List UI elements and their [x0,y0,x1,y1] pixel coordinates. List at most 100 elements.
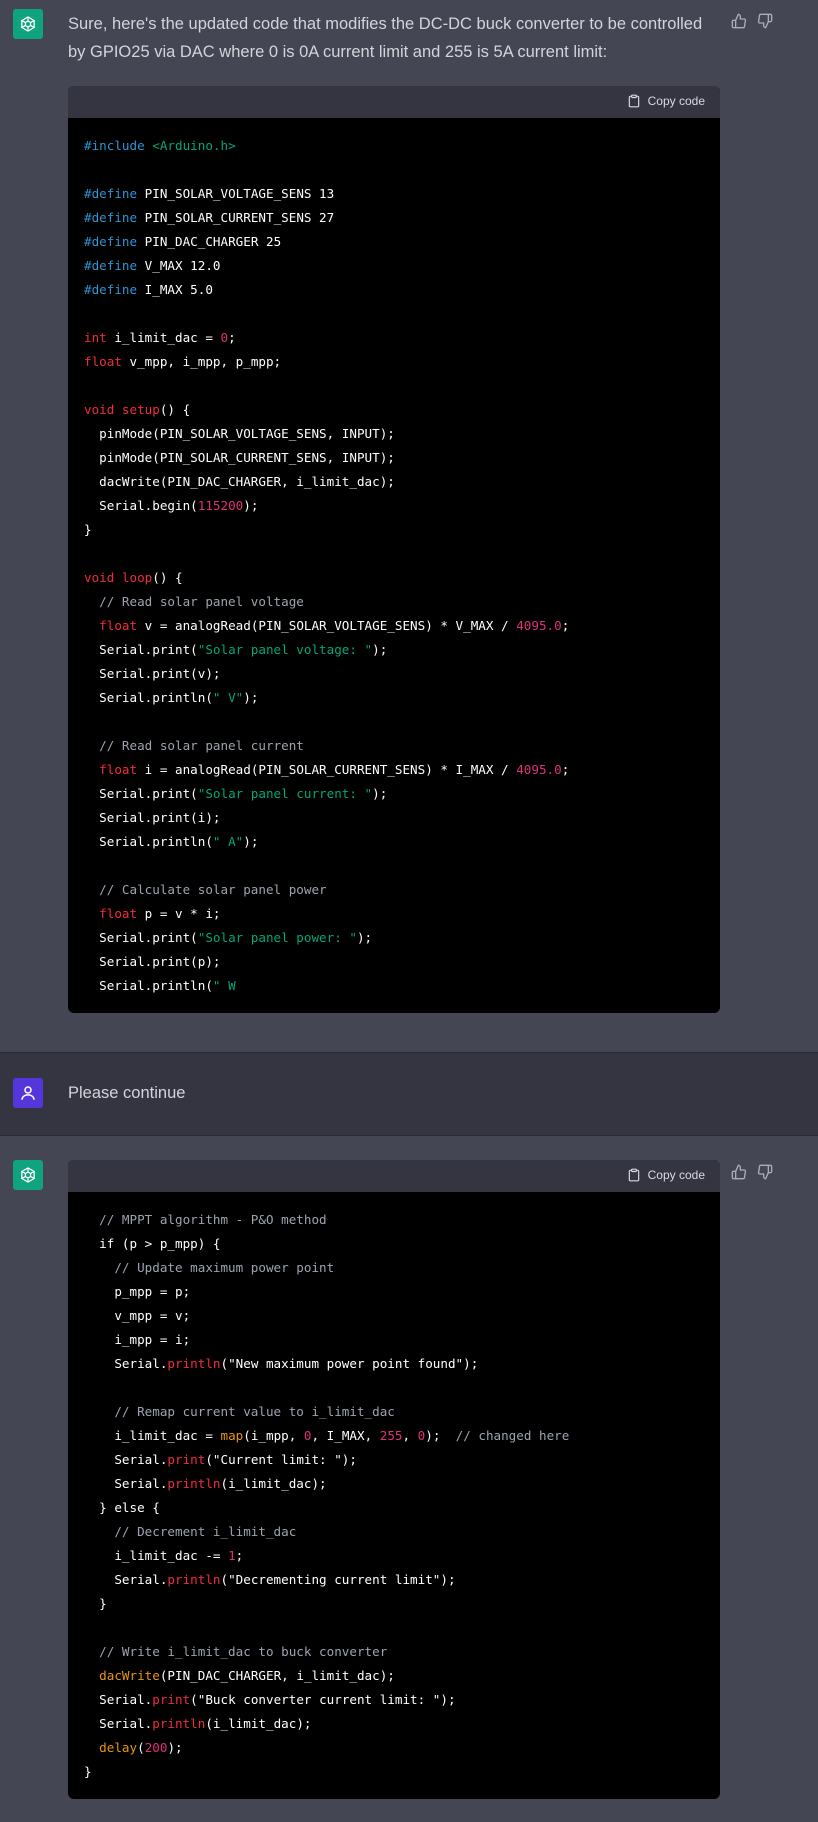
code-token: // Update maximum power point [84,1260,335,1275]
code-line: v_mpp = v; [84,1304,704,1328]
code-token: (i_mpp, [243,1428,304,1443]
code-token: #define [84,210,145,225]
assistant-avatar [13,1160,43,1190]
code-token: 0 [220,330,229,345]
code-line: // Decrement i_limit_dac [84,1520,704,1544]
code-token: // Read solar panel current [84,738,304,753]
code-token: Serial.print( [84,786,198,801]
code-token: // changed here [455,1428,570,1443]
code-token: ); [372,786,388,801]
code-token: #define [84,282,145,297]
code-token: // Remap current value to i_limit_dac [84,1404,395,1419]
code-line: Serial.print(i); [84,806,704,830]
code-token: ); [243,834,259,849]
code-line: // Calculate solar panel power [84,878,704,902]
code-token: Serial.print(v); [84,666,221,681]
copy-code-button[interactable]: Copy code [627,94,705,108]
code-token: Serial.print( [84,930,198,945]
code-token: 0 [303,1428,312,1443]
code-line: Serial.print(v); [84,662,704,686]
code-token: dacWrite(PIN_DAC_CHARGER, i_limit_dac); [84,474,395,489]
code-token: Serial.print(i); [84,810,221,825]
code-token: Serial.println( [84,834,213,849]
code-line: // Read solar panel voltage [84,590,704,614]
code-line: #define PIN_DAC_CHARGER 25 [84,230,704,254]
code-token: ; [561,762,570,777]
code-token: } [84,522,92,537]
code-token: 255 [379,1428,403,1443]
code-token: (i_limit_dac); [205,1716,312,1731]
code-token: " A" [212,834,244,849]
code-token: Serial. [84,1476,168,1491]
code-token: ); [167,1740,183,1755]
code-line: void setup() { [84,398,704,422]
code-token: include [91,138,153,153]
code-token: if (p > p_mpp) { [84,1236,221,1251]
code-line: } [84,518,704,542]
code-line: #include <Arduino.h> [84,134,704,158]
code-line: void loop() { [84,566,704,590]
assistant-intro-text: Sure, here's the updated code that modif… [68,15,703,61]
code-token: pinMode(PIN_SOLAR_VOLTAGE_SENS, INPUT); [84,426,395,441]
code-token: PIN_SOLAR_CURRENT_SENS 27 [144,210,335,225]
code-token: i_limit_dac -= [84,1548,229,1563]
code-token: # [84,138,92,153]
thumbs-down-icon[interactable] [757,1164,773,1180]
assistant-message-2: Copy code // MPPT algorithm - P&O method… [0,1136,818,1822]
code-line: Serial.print("Solar panel power: "); [84,926,704,950]
code-line: Serial.print(p); [84,950,704,974]
code-token: <Arduino.h> [152,138,236,153]
code-token: delay [99,1740,138,1755]
code-token: () { [159,402,191,417]
clipboard-icon [628,1168,639,1182]
code-token: Serial.println( [84,978,213,993]
code-line: // Remap current value to i_limit_dac [84,1400,704,1424]
user-message: Please continue [0,1052,818,1136]
code-token: Serial.println( [84,690,213,705]
code-line: #define I_MAX 5.0 [84,278,704,302]
code-line: Serial.print("Current limit: "); [84,1448,704,1472]
code-token: float [99,618,145,633]
openai-logo-icon [21,16,35,32]
code-line: Serial.begin(115200); [84,494,704,518]
code-token: ); [372,642,388,657]
code-block-2: Copy code // MPPT algorithm - P&O method… [68,1160,720,1799]
code-line: } [84,1592,704,1616]
code-token: ; [228,330,236,345]
code-token: ); [425,1428,456,1443]
code-token: "Solar panel current: " [197,786,373,801]
code-token: i = analogRead(PIN_SOLAR_CURRENT_SENS) *… [144,762,517,777]
copy-code-button[interactable]: Copy code [627,1168,705,1182]
code-token: "Solar panel power: " [197,930,357,945]
code-token: println [167,1356,221,1371]
thumbs-up-icon[interactable] [731,1164,747,1180]
thumbs-down-icon[interactable] [757,13,773,29]
code-token: ); [243,690,259,705]
code-line: i_limit_dac -= 1; [84,1544,704,1568]
code-line: pinMode(PIN_SOLAR_CURRENT_SENS, INPUT); [84,446,704,470]
code-token: "Solar panel voltage: " [197,642,373,657]
code-token: Serial. [84,1572,168,1587]
thumbs-up-icon[interactable] [731,13,747,29]
code-line: Serial.println(i_limit_dac); [84,1712,704,1736]
code-token: void [84,402,122,417]
code-token: setup [121,402,160,417]
code-line: } [84,1760,704,1784]
user-icon [21,1086,35,1100]
code-token: ("Buck converter current limit: "); [190,1692,456,1707]
code-token: ("New maximum power point found"); [220,1356,479,1371]
code-token: void [84,570,122,585]
code-token: } [84,1596,107,1611]
code-token: #define [84,234,145,249]
code-token: print [152,1692,191,1707]
code-token: PIN_SOLAR_VOLTAGE_SENS 13 [144,186,335,201]
code-line: float p = v * i; [84,902,704,926]
